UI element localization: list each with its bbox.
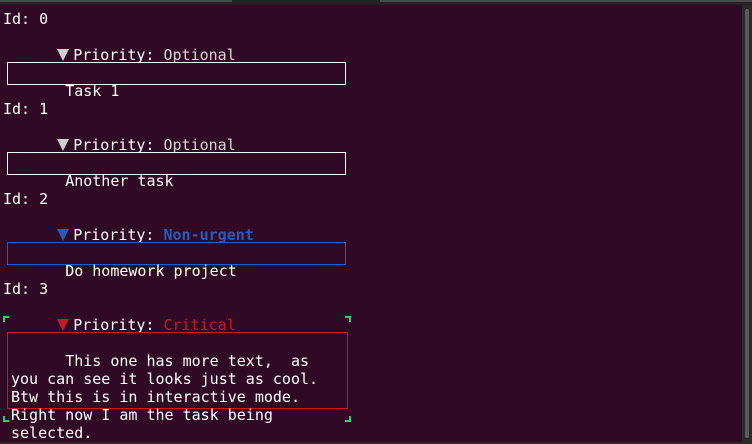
scrollbar-thumb[interactable] — [745, 9, 749, 438]
task-text-box-selected[interactable]: This one has more text, as you can see i… — [7, 332, 348, 442]
selection-corner-bottom-right — [345, 416, 351, 422]
selection-corner-bottom-left — [3, 416, 9, 422]
selection-corner-top-left — [3, 316, 9, 322]
tab-edge — [0, 0, 232, 2]
expand-triangle-icon[interactable] — [57, 319, 70, 331]
scrollbar[interactable] — [742, 5, 752, 442]
task-id: Id: 0 — [3, 10, 49, 28]
task-id: Id: 3 — [3, 280, 49, 298]
terminal-window: Id: 0 Priority: Optional Task 1 Id: 1 Pr… — [0, 0, 752, 444]
task-text-box[interactable]: Another task — [7, 152, 346, 190]
task-text-box[interactable]: Do homework project — [7, 242, 346, 280]
task-text: This one has more text, as you can see i… — [11, 352, 328, 442]
tab-edge — [380, 0, 752, 2]
expand-triangle-icon[interactable] — [57, 229, 70, 241]
task-text-box[interactable]: Task 1 — [7, 62, 346, 100]
expand-triangle-icon[interactable] — [57, 49, 70, 61]
task-id: Id: 2 — [3, 190, 49, 208]
terminal-screen[interactable]: Id: 0 Priority: Optional Task 1 Id: 1 Pr… — [0, 5, 742, 442]
task-text: Another task — [65, 172, 174, 190]
selection-corner-top-right — [345, 316, 351, 322]
expand-triangle-icon[interactable] — [57, 139, 70, 151]
task-id: Id: 1 — [3, 100, 49, 118]
task-text: Do homework project — [65, 262, 237, 280]
task-text: Task 1 — [65, 82, 120, 100]
